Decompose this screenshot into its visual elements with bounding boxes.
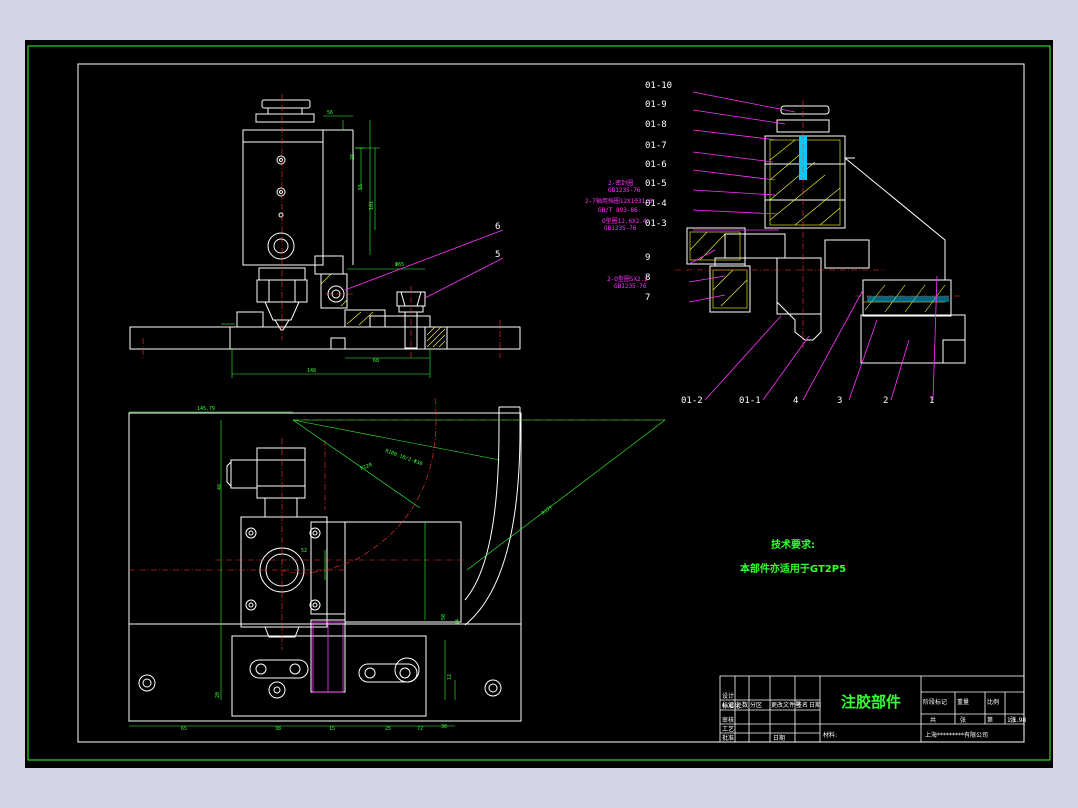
spec-note: GB1235-76 bbox=[614, 283, 647, 290]
date-label: 日期 bbox=[773, 734, 785, 742]
tech-requirements-heading: 技术要求: bbox=[771, 538, 815, 551]
dimension-text: 15 bbox=[329, 726, 335, 732]
dimension-text: 68 bbox=[373, 358, 379, 364]
top-centerlines bbox=[129, 397, 665, 650]
title-block-header: 阶段标记 bbox=[923, 698, 947, 706]
part-label: 01-6 bbox=[645, 160, 667, 170]
section-leaders bbox=[688, 91, 938, 401]
dimension-text: 14 bbox=[455, 619, 461, 625]
front-centerlines bbox=[142, 94, 501, 358]
dimension-text: 30 bbox=[441, 724, 447, 730]
top-view-magenta bbox=[312, 621, 344, 693]
title-block-header: 比例 bbox=[987, 698, 999, 706]
part-label: 7 bbox=[645, 293, 650, 303]
title-block-cell: 日期 bbox=[809, 701, 821, 709]
callout-label: 6 bbox=[495, 222, 500, 232]
sheet-cell: 张 bbox=[960, 716, 966, 724]
top-dims bbox=[129, 411, 666, 727]
part-label: 9 bbox=[645, 253, 650, 263]
section-view bbox=[686, 105, 966, 364]
part-label: 01-9 bbox=[645, 100, 667, 110]
title-block-role: 标准化 bbox=[722, 702, 740, 710]
part-label: 01-3 bbox=[645, 219, 667, 229]
sheet-cell: 张 bbox=[1010, 716, 1016, 724]
part-label: 2 bbox=[883, 396, 888, 406]
part-label: 01-8 bbox=[645, 120, 667, 130]
spec-note: GB1235-76 bbox=[608, 187, 641, 194]
part-label: 01-7 bbox=[645, 141, 667, 151]
dimension-text: 20 bbox=[215, 692, 221, 698]
text-layer: 01-1001-901-801-701-601-501-401-398701-2… bbox=[181, 81, 1026, 742]
spec-note: 2-O型圈5X2.2 bbox=[607, 275, 648, 283]
title-block-cell: 分区 bbox=[750, 701, 762, 709]
company-name: 上海*********有限公司 bbox=[925, 731, 988, 739]
dimension-text: R100.18/2-Φ30 bbox=[384, 448, 423, 467]
drawing-sheet: 01-10 01-9 01-8 01-7 01-6 01-5 01-4 01-3 9 8 7 01-2… bbox=[25, 40, 1053, 768]
dimension-text: 65 bbox=[181, 726, 187, 732]
section-hatch bbox=[689, 139, 946, 313]
dimension-text: 101 bbox=[369, 201, 375, 210]
front-leaders bbox=[344, 229, 504, 299]
title-block-header: 重量 bbox=[957, 698, 969, 706]
title-block-cell: 签名 bbox=[796, 701, 808, 709]
spec-note: 2-7轴用挡圈12X1031.8 bbox=[585, 197, 653, 205]
title-block-role: 审核 bbox=[722, 716, 734, 724]
front-view bbox=[129, 99, 521, 350]
part-label: 1 bbox=[929, 396, 934, 406]
front-dims bbox=[221, 115, 431, 378]
part-label: 01-1 bbox=[739, 396, 761, 406]
dimension-text: 28 bbox=[350, 154, 356, 160]
title-block-role: 批准 bbox=[722, 734, 734, 742]
spec-note: GB/T 893-86 bbox=[598, 207, 638, 214]
material-label: 材料: bbox=[823, 731, 837, 739]
dimension-text: R177 bbox=[541, 505, 554, 517]
tech-requirements-line: 本部件亦适用于GT2P5 bbox=[740, 562, 846, 575]
part-label: 01-2 bbox=[681, 396, 703, 406]
dimension-text: 25 bbox=[385, 726, 391, 732]
dimension-text: Φ65 bbox=[395, 262, 404, 268]
dimension-text: 48 bbox=[217, 484, 223, 490]
outer-border bbox=[27, 45, 1051, 761]
part-label: 3 bbox=[837, 396, 842, 406]
dimension-text: 38 bbox=[275, 726, 281, 732]
part-label: 01-5 bbox=[645, 179, 667, 189]
spec-note: 2-密封圈 bbox=[608, 179, 633, 187]
dimension-text: R128 bbox=[360, 462, 373, 472]
cad-drawing: 01-1001-901-801-701-601-501-401-398701-2… bbox=[27, 45, 1051, 761]
spec-note: GB1235-76 bbox=[604, 225, 637, 232]
part-label: 01-10 bbox=[645, 81, 672, 91]
dimension-text: 12 bbox=[447, 674, 453, 680]
dimension-text: 72 bbox=[417, 726, 423, 732]
dimension-text: 50 bbox=[441, 614, 447, 620]
title-block-role: 工艺 bbox=[722, 725, 734, 733]
callout-label: 5 bbox=[495, 250, 500, 260]
dimension-text: 55 bbox=[358, 184, 364, 190]
dimension-text: 145.79 bbox=[197, 406, 215, 412]
sheet-cell: 第 bbox=[987, 716, 993, 724]
spec-note: O型圈12.6X2.4 bbox=[602, 217, 647, 225]
drawing-title: 注胶部件 bbox=[841, 693, 901, 711]
part-label: 4 bbox=[793, 396, 798, 406]
dimension-text: 52 bbox=[301, 548, 307, 554]
sheet-cell: 共 bbox=[930, 716, 936, 724]
dimension-text: 148 bbox=[307, 368, 316, 374]
dimension-text: 56 bbox=[327, 110, 333, 116]
title-block-role: 设计 bbox=[722, 692, 734, 700]
